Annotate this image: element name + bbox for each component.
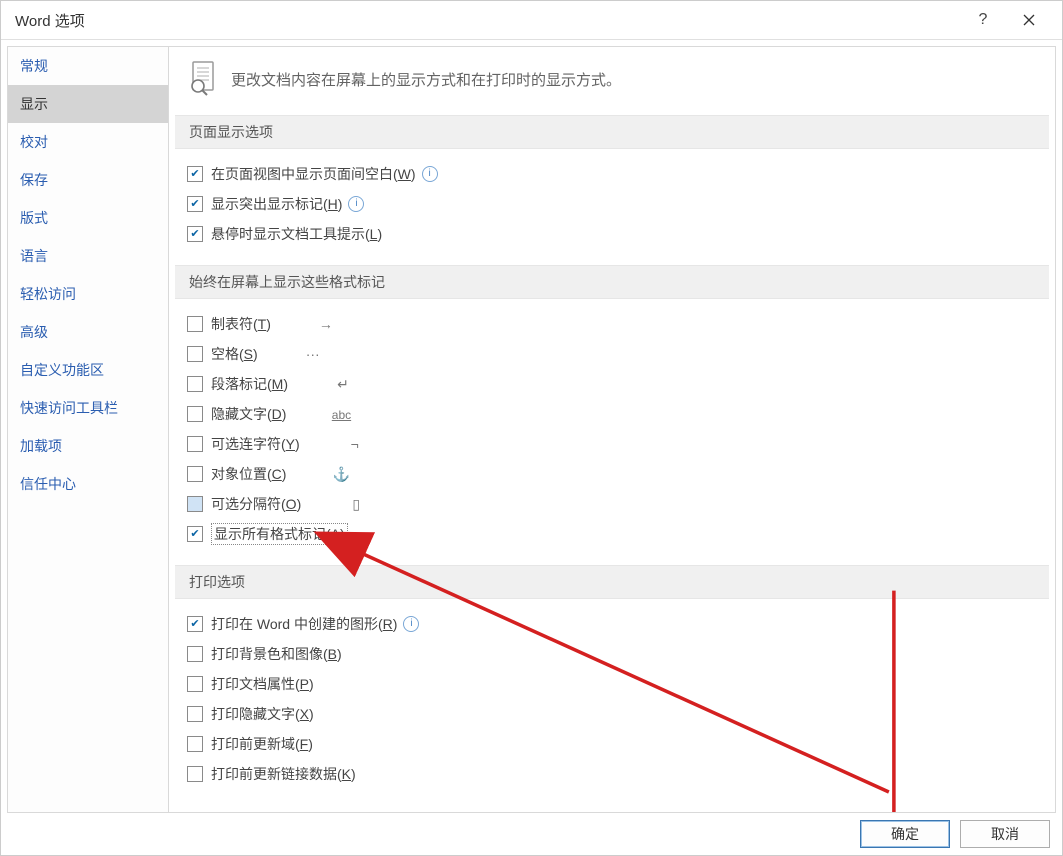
cancel-button[interactable]: 取消 [960,820,1050,848]
option-row: 打印前更新域(F) [187,729,1037,759]
info-icon[interactable]: i [403,616,419,632]
word-options-dialog: Word 选项 ? 常规显示校对保存版式语言轻松访问高级自定义功能区快速访问工具… [0,0,1063,856]
sidebar-item-6[interactable]: 轻松访问 [8,275,168,313]
dialog-body: 常规显示校对保存版式语言轻松访问高级自定义功能区快速访问工具栏加载项信任中心 更… [1,40,1062,813]
format-symbol: ↵ [328,376,358,393]
format-symbol: ¬ [340,436,370,452]
sidebar-item-9[interactable]: 快速访问工具栏 [8,389,168,427]
checkbox[interactable] [187,496,203,512]
option-label[interactable]: 可选连字符(Y) [211,434,300,454]
option-label[interactable]: 制表符(T) [211,314,271,334]
option-label[interactable]: 打印文档属性(P) [211,674,314,694]
option-label[interactable]: 打印隐藏文字(X) [211,704,314,724]
info-icon[interactable]: i [422,166,438,182]
option-row: 显示所有格式标记(A) [187,519,1037,549]
section-header-formatting-marks: 始终在屏幕上显示这些格式标记 [175,265,1049,299]
option-row: 打印文档属性(P) [187,669,1037,699]
checkbox[interactable] [187,616,203,632]
option-label[interactable]: 打印前更新链接数据(K) [211,764,356,784]
checkbox[interactable] [187,226,203,242]
option-row: 打印前更新链接数据(K) [187,759,1037,789]
section-body-page-display: 在页面视图中显示页面间空白(W) i 显示突出显示标记(H) i 悬停时显示文档工具提示… [169,149,1055,265]
option-label[interactable]: 打印背景色和图像(B) [211,644,342,664]
checkbox[interactable] [187,166,203,182]
ok-button[interactable]: 确定 [860,820,950,848]
format-symbol: → [311,316,341,332]
info-icon[interactable]: i [348,196,364,212]
sidebar-item-8[interactable]: 自定义功能区 [8,351,168,389]
checkbox[interactable] [187,736,203,752]
option-row: 在页面视图中显示页面间空白(W) i [187,159,1037,189]
option-label[interactable]: 显示突出显示标记(H) [211,194,342,214]
sidebar-item-2[interactable]: 校对 [8,123,168,161]
section-body-formatting-marks: 制表符(T) → 空格(S) ··· 段落标记(M) ↵ 隐藏文字(D) abc 可选连字符(Y… [169,299,1055,565]
option-row: 隐藏文字(D) abc [187,399,1037,429]
checkbox[interactable] [187,706,203,722]
option-label[interactable]: 空格(S) [211,344,258,364]
section-header-page-display: 页面显示选项 [175,115,1049,149]
close-icon [1023,14,1035,26]
checkbox[interactable] [187,436,203,452]
checkbox[interactable] [187,766,203,782]
option-label[interactable]: 打印在 Word 中创建的图形(R) [211,614,397,634]
option-row: 可选分隔符(O) ▯ [187,489,1037,519]
option-row: 打印背景色和图像(B) [187,639,1037,669]
option-row: 悬停时显示文档工具提示(L) [187,219,1037,249]
help-button[interactable]: ? [960,1,1006,39]
sidebar-item-5[interactable]: 语言 [8,237,168,275]
option-row: 制表符(T) → [187,309,1037,339]
option-row: 可选连字符(Y) ¬ [187,429,1037,459]
checkbox[interactable] [187,316,203,332]
sidebar-item-7[interactable]: 高级 [8,313,168,351]
option-label[interactable]: 显示所有格式标记(A) [211,523,348,545]
content-header-text: 更改文档内容在屏幕上的显示方式和在打印时的显示方式。 [231,69,621,90]
checkbox[interactable] [187,346,203,362]
category-sidebar: 常规显示校对保存版式语言轻松访问高级自定义功能区快速访问工具栏加载项信任中心 [7,46,169,813]
section-header-printing: 打印选项 [175,565,1049,599]
titlebar: Word 选项 ? [1,1,1062,40]
dialog-title: Word 选项 [15,10,960,31]
option-label[interactable]: 隐藏文字(D) [211,404,286,424]
section-body-printing: 打印在 Word 中创建的图形(R) i 打印背景色和图像(B) 打印文档属性(P) 打… [169,599,1055,805]
option-row: 打印在 Word 中创建的图形(R) i [187,609,1037,639]
sidebar-item-4[interactable]: 版式 [8,199,168,237]
content-header: 更改文档内容在屏幕上的显示方式和在打印时的显示方式。 [169,57,1055,115]
checkbox[interactable] [187,526,203,542]
sidebar-item-10[interactable]: 加载项 [8,427,168,465]
option-label[interactable]: 对象位置(C) [211,464,286,484]
sidebar-item-3[interactable]: 保存 [8,161,168,199]
option-label[interactable]: 在页面视图中显示页面间空白(W) [211,164,416,184]
checkbox[interactable] [187,406,203,422]
close-button[interactable] [1006,1,1052,39]
option-row: 空格(S) ··· [187,339,1037,369]
format-symbol: ▯ [341,496,371,513]
option-label[interactable]: 打印前更新域(F) [211,734,313,754]
checkbox[interactable] [187,646,203,662]
format-symbol: ⚓ [326,466,356,483]
option-row: 对象位置(C) ⚓ [187,459,1037,489]
option-row: 段落标记(M) ↵ [187,369,1037,399]
option-row: 打印隐藏文字(X) [187,699,1037,729]
checkbox[interactable] [187,676,203,692]
format-symbol: ··· [298,346,328,362]
checkbox[interactable] [187,466,203,482]
content-pane: 更改文档内容在屏幕上的显示方式和在打印时的显示方式。 页面显示选项 在页面视图中… [169,46,1056,813]
option-label[interactable]: 段落标记(M) [211,374,288,394]
dialog-footer: 确定 取消 [1,813,1062,855]
checkbox[interactable] [187,196,203,212]
document-magnify-icon [187,61,219,97]
sidebar-item-11[interactable]: 信任中心 [8,465,168,503]
option-label[interactable]: 可选分隔符(O) [211,494,301,514]
sidebar-item-0[interactable]: 常规 [8,47,168,85]
sidebar-item-1[interactable]: 显示 [8,85,168,123]
checkbox[interactable] [187,376,203,392]
format-symbol: abc [326,406,356,422]
option-row: 显示突出显示标记(H) i [187,189,1037,219]
option-label[interactable]: 悬停时显示文档工具提示(L) [211,224,382,244]
